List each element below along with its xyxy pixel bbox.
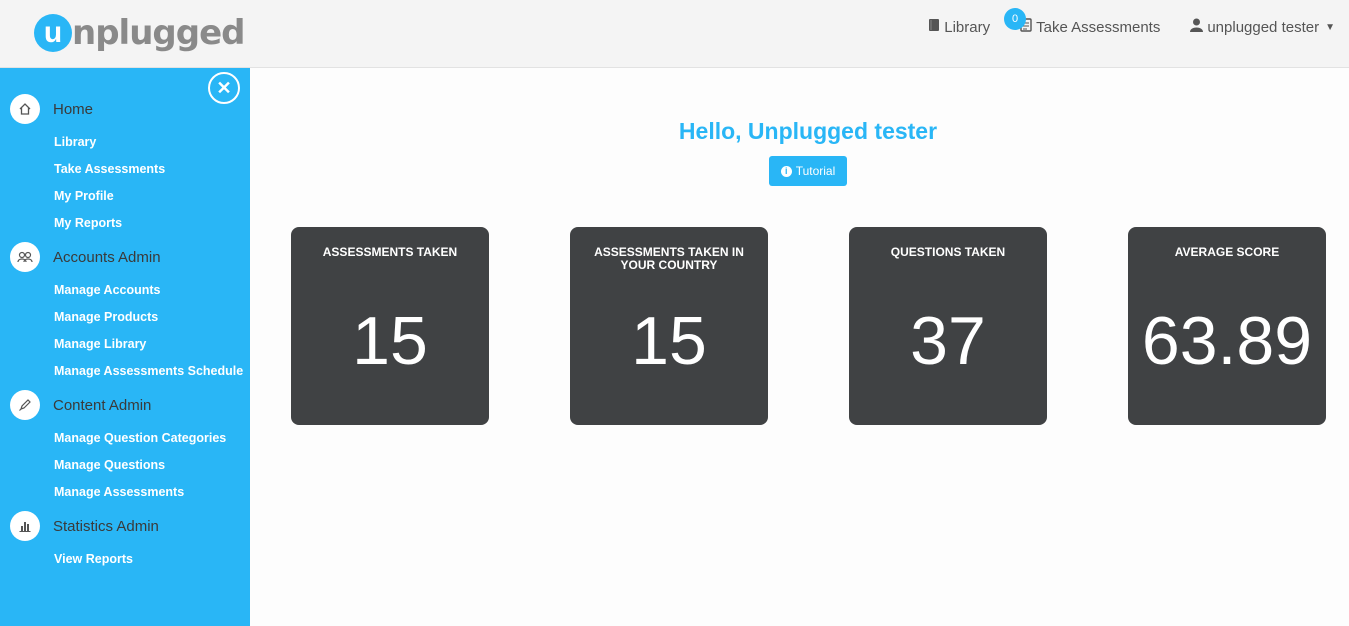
sidebar-item-my-reports[interactable]: My Reports bbox=[54, 216, 122, 230]
sidebar-item-manage-accounts[interactable]: Manage Accounts bbox=[54, 283, 161, 297]
pencil-icon bbox=[10, 390, 40, 420]
bar-chart-icon bbox=[10, 511, 40, 541]
close-icon: ✕ bbox=[216, 77, 232, 98]
book-icon bbox=[928, 18, 940, 36]
sidebar-section-label: Statistics Admin bbox=[53, 517, 159, 535]
logo[interactable]: u nplugged bbox=[34, 10, 245, 56]
logo-badge: u bbox=[34, 14, 72, 52]
stat-card-title: ASSESSMENTS TAKEN IN YOUR COUNTRY bbox=[594, 245, 744, 272]
navbar-take-assessments-link[interactable]: 0 Take Assessments bbox=[1004, 8, 1161, 36]
home-icon bbox=[10, 94, 40, 124]
stat-card-assessments-taken: ASSESSMENTS TAKEN 15 bbox=[291, 227, 489, 425]
close-sidebar-button[interactable]: ✕ bbox=[208, 72, 240, 104]
users-icon bbox=[10, 242, 40, 272]
stat-card-title: QUESTIONS TAKEN bbox=[890, 245, 1006, 259]
sidebar-item-manage-assessments[interactable]: Manage Assessments bbox=[54, 485, 184, 499]
sidebar-item-manage-assessments-schedule[interactable]: Manage Assessments Schedule bbox=[54, 364, 243, 378]
stat-card-title: AVERAGE SCORE bbox=[1174, 245, 1280, 259]
sidebar-section-label: Home bbox=[53, 100, 94, 118]
top-navbar: u nplugged Library 0 Take Assessments un… bbox=[0, 0, 1349, 68]
sidebar-section-label: Content Admin bbox=[53, 396, 152, 414]
stat-card-assessments-country: ASSESSMENTS TAKEN IN YOUR COUNTRY 15 bbox=[570, 227, 768, 425]
sidebar-item-take-assessments[interactable]: Take Assessments bbox=[54, 162, 165, 176]
stat-card-questions-taken: QUESTIONS TAKEN 37 bbox=[849, 227, 1047, 425]
caret-down-icon: ▼ bbox=[1325, 21, 1335, 33]
sidebar-section-home[interactable]: Home bbox=[10, 94, 93, 124]
user-menu[interactable]: unplugged tester ▼ bbox=[1190, 18, 1335, 36]
sidebar-item-manage-question-categories[interactable]: Manage Question Categories bbox=[54, 431, 226, 445]
sidebar-section-accounts-admin[interactable]: Accounts Admin bbox=[10, 242, 161, 272]
sidebar: ✕ Home Library Take Assessments My Profi… bbox=[0, 68, 250, 626]
user-icon bbox=[1190, 18, 1204, 36]
sidebar-item-my-profile[interactable]: My Profile bbox=[54, 189, 114, 203]
logo-text: nplugged bbox=[72, 13, 245, 53]
sidebar-section-statistics-admin[interactable]: Statistics Admin bbox=[10, 511, 159, 541]
sidebar-item-library[interactable]: Library bbox=[54, 135, 96, 149]
sidebar-item-view-reports[interactable]: View Reports bbox=[54, 552, 133, 566]
stat-card-average-score: AVERAGE SCORE 63.89 bbox=[1128, 227, 1326, 425]
stat-card-value: 63.89 bbox=[1141, 303, 1313, 379]
sidebar-item-manage-questions[interactable]: Manage Questions bbox=[54, 458, 165, 472]
page-title: Hello, Unplugged tester bbox=[678, 118, 938, 144]
navbar-library-link[interactable]: Library bbox=[928, 18, 990, 36]
tutorial-button-label: Tutorial bbox=[795, 164, 836, 178]
sidebar-item-manage-products[interactable]: Manage Products bbox=[54, 310, 158, 324]
stat-card-value: 37 bbox=[910, 303, 986, 379]
tutorial-button[interactable]: i Tutorial bbox=[769, 156, 847, 186]
stat-card-value: 15 bbox=[352, 303, 428, 379]
user-name: unplugged tester bbox=[1207, 18, 1320, 36]
sidebar-item-manage-library[interactable]: Manage Library bbox=[54, 337, 146, 351]
stat-card-title: ASSESSMENTS TAKEN bbox=[322, 245, 458, 259]
navbar-right: Library 0 Take Assessments unplugged tes… bbox=[928, 8, 1335, 36]
info-icon: i bbox=[780, 165, 792, 177]
stat-card-value: 15 bbox=[631, 303, 707, 379]
navbar-library-label: Library bbox=[944, 18, 991, 36]
navbar-take-assessments-label: Take Assessments bbox=[1036, 18, 1161, 36]
sidebar-section-content-admin[interactable]: Content Admin bbox=[10, 390, 151, 420]
sidebar-section-label: Accounts Admin bbox=[53, 248, 161, 266]
assessments-count-badge: 0 bbox=[1004, 8, 1027, 30]
